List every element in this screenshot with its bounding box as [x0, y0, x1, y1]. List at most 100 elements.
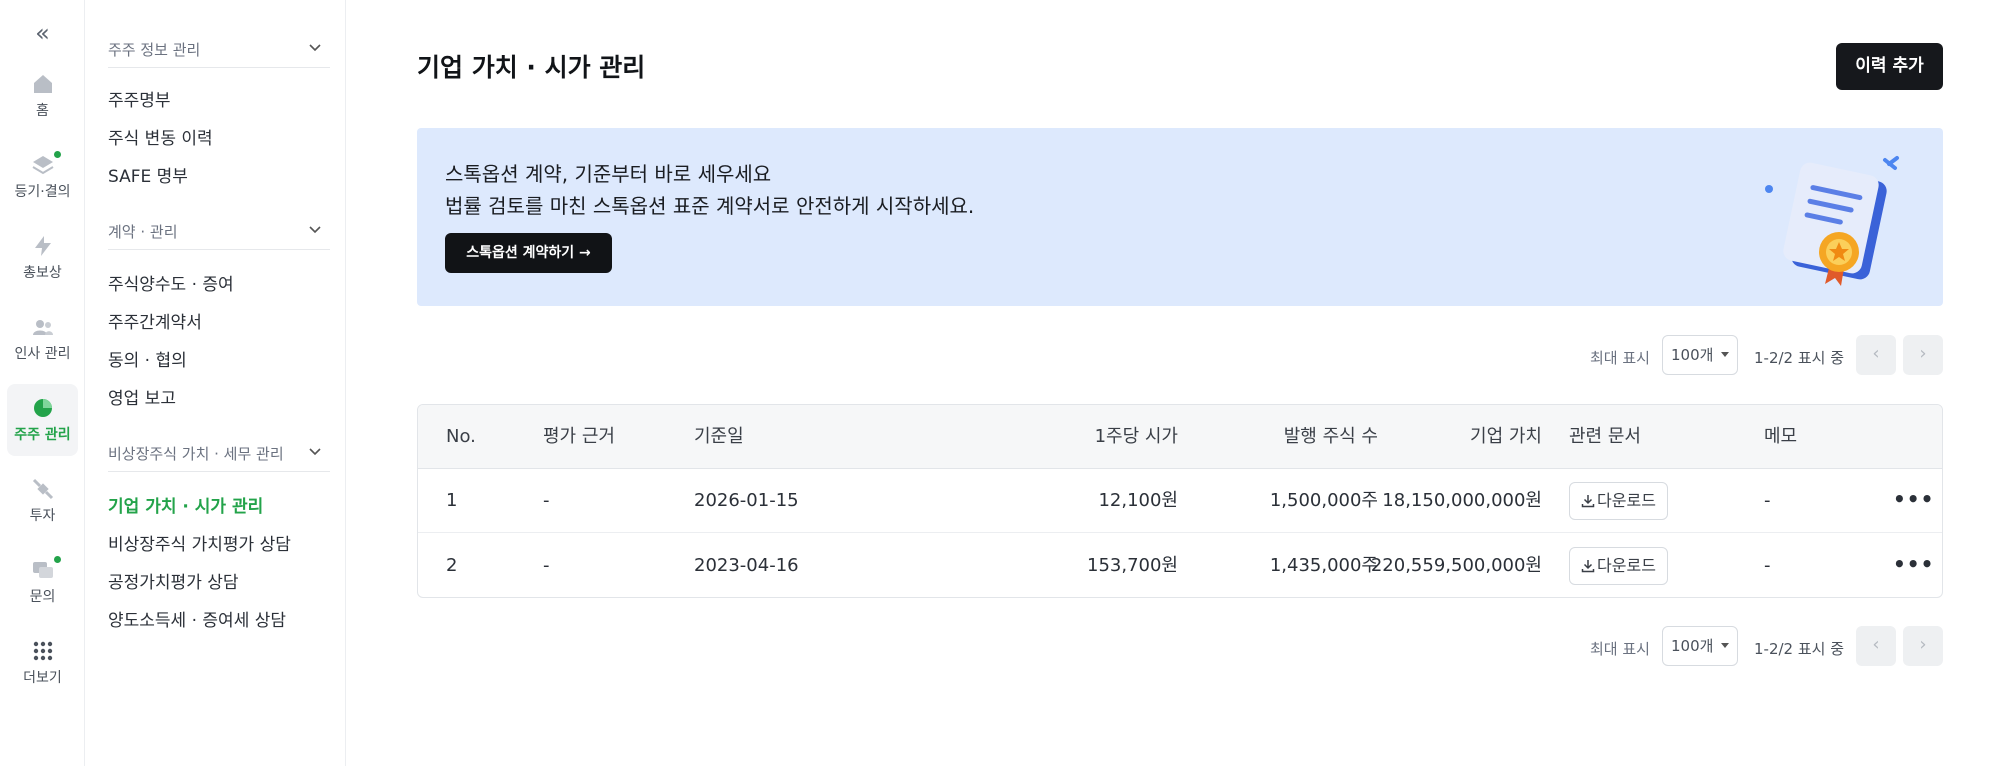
cell-no: 2 [446, 555, 458, 576]
rail-item-label: 등기·결의 [14, 184, 71, 200]
submenu-item-valuation-consult[interactable]: 비상장주식 가치평가 상담 [108, 530, 291, 555]
rail-item-compensation[interactable]: 총보상 [7, 222, 78, 294]
cell-basis: - [543, 490, 550, 511]
table-row: 2 - 2023-04-16 153,700원 1,435,000주 220,5… [418, 534, 1942, 597]
cell-price: 153,700원 [1087, 555, 1178, 576]
download-label: 다운로드 [1597, 491, 1656, 510]
table-row: 1 - 2026-01-15 12,100원 1,500,000주 18,150… [418, 469, 1942, 533]
cell-memo: - [1764, 555, 1771, 576]
next-page-button[interactable]: › [1903, 335, 1943, 375]
cell-date: 2026-01-15 [694, 490, 799, 511]
bolt-icon [31, 234, 55, 258]
icon-rail: « 홈 등기·결의 총보상 인사 관리 주주 관리 투자 문의 더보기 [0, 0, 85, 766]
rail-item-label: 더보기 [23, 670, 62, 686]
banner-title: 스톡옵션 계약, 기준부터 바로 세우세요 [445, 162, 772, 186]
rail-item-label: 홈 [36, 103, 49, 119]
rail-item-home[interactable]: 홈 [7, 60, 78, 132]
page-size-value: 100개 [1671, 346, 1714, 364]
grid-icon [31, 639, 55, 663]
rail-item-hr[interactable]: 인사 관리 [7, 303, 78, 375]
certificate-icon [1765, 156, 1899, 286]
add-history-button[interactable]: 이력 추가 [1836, 43, 1943, 90]
download-button[interactable]: 다운로드 [1569, 547, 1668, 585]
cell-price: 12,100원 [1098, 490, 1178, 511]
chevron-down-icon [309, 448, 321, 456]
cell-memo: - [1764, 490, 1771, 511]
section-header-contracts[interactable]: 계약 · 관리 [108, 218, 330, 250]
rail-item-label: 문의 [29, 589, 56, 605]
more-options-icon[interactable]: ••• [1893, 469, 1934, 533]
cell-no: 1 [446, 490, 458, 511]
submenu-item-stock-history[interactable]: 주식 변동 이력 [108, 124, 213, 149]
submenu-item-share-transfer[interactable]: 주식양수도 · 증여 [108, 270, 234, 295]
prev-page-button[interactable]: ‹ [1856, 626, 1896, 666]
section-title: 계약 · 관리 [108, 223, 178, 241]
submenu-item-safe-registry[interactable]: SAFE 명부 [108, 162, 188, 187]
col-memo: 메모 [1764, 426, 1798, 447]
section-title: 비상장주식 가치 · 세무 관리 [108, 445, 284, 463]
prev-page-button[interactable]: ‹ [1856, 335, 1896, 375]
rail-item-shareholders[interactable]: 주주 관리 [7, 384, 78, 456]
submenu-item-shareholder-registry[interactable]: 주주명부 [108, 86, 171, 111]
people-icon [31, 315, 55, 339]
page-size-label: 최대 표시 [1590, 349, 1650, 367]
pie-icon [31, 396, 55, 420]
banner-subtitle: 법률 검토를 마친 스톡옵션 표준 계약서로 안전하게 시작하세요. [445, 194, 975, 218]
caret-down-icon [1721, 352, 1729, 357]
chevron-down-icon [309, 44, 321, 52]
rail-item-inquiry[interactable]: 문의 [7, 546, 78, 618]
submenu-item-business-report[interactable]: 영업 보고 [108, 384, 176, 409]
chevron-down-icon [309, 226, 321, 234]
satellite-icon [31, 477, 55, 501]
rail-item-investment[interactable]: 투자 [7, 465, 78, 537]
chat-icon [31, 556, 61, 582]
download-icon [1581, 560, 1595, 573]
pagination-bottom: 최대 표시 100개 1-2/2 표시 중 ‹ › [1580, 626, 1943, 668]
caret-down-icon [1721, 643, 1729, 648]
table-header: No. 평가 근거 기준일 1주당 시가 발행 주식 수 기업 가치 관련 문서… [418, 405, 1942, 469]
page-size-select[interactable]: 100개 [1662, 335, 1738, 375]
page-size-label: 최대 표시 [1590, 640, 1650, 658]
notification-dot [53, 556, 61, 563]
col-no: No. [446, 426, 476, 447]
rail-item-label: 투자 [29, 508, 56, 524]
layers-icon [31, 151, 61, 177]
cell-value: 220,559,500,000원 [1370, 555, 1542, 576]
col-price: 1주당 시가 [1094, 426, 1178, 447]
submenu-item-valuation-management[interactable]: 기업 가치 · 시가 관리 [108, 492, 263, 517]
section-header-valuation[interactable]: 비상장주식 가치 · 세무 관리 [108, 440, 330, 472]
submenu-item-consent[interactable]: 동의 · 협의 [108, 346, 187, 371]
section-title: 주주 정보 관리 [108, 41, 201, 59]
submenu-item-shareholder-agreement[interactable]: 주주간계약서 [108, 308, 202, 333]
cell-value: 18,150,000,000원 [1382, 490, 1542, 511]
page-size-select[interactable]: 100개 [1662, 626, 1738, 666]
col-documents: 관련 문서 [1569, 426, 1641, 447]
rail-item-more[interactable]: 더보기 [7, 627, 78, 699]
submenu-item-tax-consult[interactable]: 양도소득세 · 증여세 상담 [108, 606, 286, 631]
rail-item-label: 주주 관리 [14, 427, 71, 443]
section-header-shareholder-info[interactable]: 주주 정보 관리 [108, 36, 330, 68]
rail-item-label: 총보상 [23, 265, 62, 281]
cell-date: 2023-04-16 [694, 555, 799, 576]
collapse-sidebar-icon[interactable]: « [0, 18, 85, 48]
result-count: 1-2/2 표시 중 [1754, 640, 1845, 658]
home-icon [31, 72, 55, 96]
col-date: 기준일 [694, 426, 744, 447]
submenu-panel: 주주 정보 관리 주주명부 주식 변동 이력 SAFE 명부 계약 · 관리 주… [86, 0, 346, 766]
valuation-table: No. 평가 근거 기준일 1주당 시가 발행 주식 수 기업 가치 관련 문서… [417, 404, 1943, 598]
page-title: 기업 가치 · 시가 관리 [417, 53, 646, 82]
col-basis: 평가 근거 [543, 426, 615, 447]
promo-banner: 스톡옵션 계약, 기준부터 바로 세우세요 법률 검토를 마친 스톡옵션 표준 … [417, 128, 1943, 306]
notification-dot [53, 151, 61, 158]
page-size-value: 100개 [1671, 637, 1714, 655]
stock-option-contract-button[interactable]: 스톡옵션 계약하기 → [445, 233, 612, 273]
submenu-item-fair-value-consult[interactable]: 공정가치평가 상담 [108, 568, 239, 593]
rail-item-label: 인사 관리 [14, 346, 71, 362]
more-options-icon[interactable]: ••• [1893, 534, 1934, 597]
cell-basis: - [543, 555, 550, 576]
rail-item-registry[interactable]: 등기·결의 [7, 141, 78, 213]
download-button[interactable]: 다운로드 [1569, 482, 1668, 520]
download-icon [1581, 495, 1595, 508]
pagination-top: 최대 표시 100개 1-2/2 표시 중 ‹ › [1580, 335, 1943, 377]
next-page-button[interactable]: › [1903, 626, 1943, 666]
